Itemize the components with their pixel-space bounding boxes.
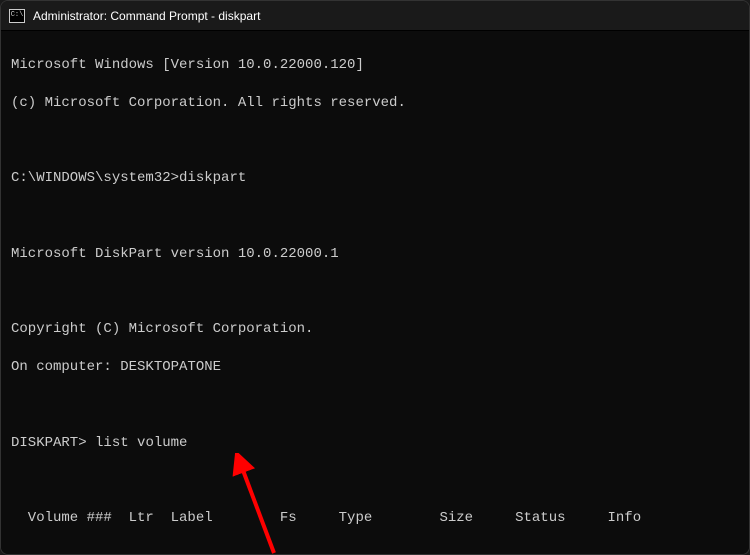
table-header: Volume ### Ltr Label Fs Type Size Status… — [11, 509, 739, 528]
copyright-line: Copyright (C) Microsoft Corporation. — [11, 320, 739, 339]
prompt-path: C:\WINDOWS\system32> — [11, 170, 179, 186]
table-divider: ---------- --- ----------- ----- -------… — [11, 547, 739, 554]
terminal-output[interactable]: Microsoft Windows [Version 10.0.22000.12… — [1, 31, 749, 554]
prompt-line: DISKPART> list volume — [11, 434, 739, 453]
blank-line — [11, 283, 739, 302]
blank-line — [11, 396, 739, 415]
command-text: diskpart — [179, 170, 246, 186]
command-prompt-window: C:\ Administrator: Command Prompt - disk… — [0, 0, 750, 555]
blank-line — [11, 471, 739, 490]
blank-line — [11, 207, 739, 226]
diskpart-version: Microsoft DiskPart version 10.0.22000.1 — [11, 245, 739, 264]
banner-line: (c) Microsoft Corporation. All rights re… — [11, 94, 739, 113]
blank-line — [11, 131, 739, 150]
window-title: Administrator: Command Prompt - diskpart — [33, 9, 260, 23]
annotation-arrow-icon — [229, 453, 289, 554]
cmd-icon: C:\ — [9, 9, 25, 23]
diskpart-prompt: DISKPART> — [11, 435, 87, 451]
computer-line: On computer: DESKTOPATONE — [11, 358, 739, 377]
banner-line: Microsoft Windows [Version 10.0.22000.12… — [11, 56, 739, 75]
titlebar[interactable]: C:\ Administrator: Command Prompt - disk… — [1, 1, 749, 31]
command-text: list volume — [95, 435, 187, 451]
prompt-line: C:\WINDOWS\system32>diskpart — [11, 169, 739, 188]
